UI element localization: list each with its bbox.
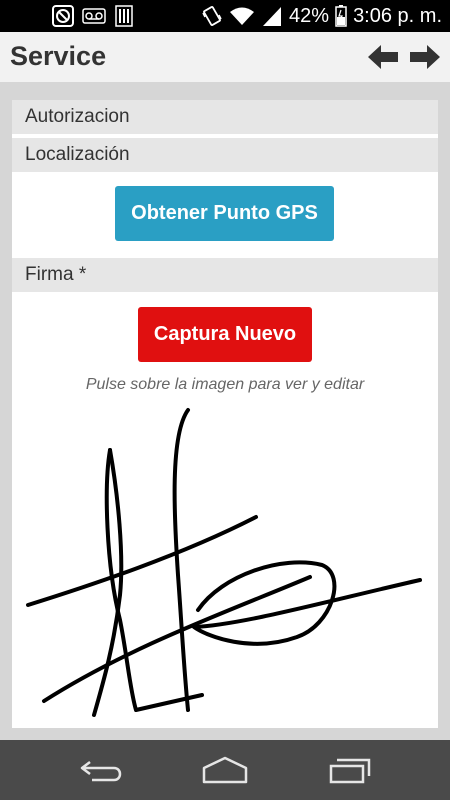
- get-gps-point-button[interactable]: Obtener Punto GPS: [115, 186, 334, 241]
- signature-hint: Pulse sobre la imagen para ver y editar: [85, 376, 365, 393]
- status-bar: 42% 3:06 p. m.: [0, 0, 450, 32]
- navigation-bar: [0, 740, 450, 800]
- forward-arrow-icon[interactable]: [408, 43, 442, 71]
- home-nav-icon[interactable]: [200, 754, 250, 786]
- signature-stroke: [42, 575, 312, 703]
- signature-stroke: [172, 408, 190, 712]
- back-arrow-icon[interactable]: [366, 43, 400, 71]
- clock: 3:06 p. m.: [353, 4, 442, 27]
- section-autorizacion: Autorizacion: [12, 100, 438, 134]
- back-nav-icon[interactable]: [76, 754, 126, 786]
- signature-stroke: [192, 560, 422, 646]
- form-card: Autorizacion Localización Obtener Punto …: [12, 100, 438, 728]
- signal-icon: [263, 7, 282, 26]
- wifi-icon: [230, 7, 255, 25]
- vibrate-icon: [202, 6, 222, 26]
- section-firma: Firma *: [12, 258, 438, 292]
- voicemail-icon: [82, 8, 106, 24]
- battery-icon: [335, 5, 347, 27]
- signature-image[interactable]: [12, 405, 438, 728]
- barcode-icon: [115, 5, 133, 27]
- action-bar: Service: [0, 32, 450, 82]
- capture-new-button[interactable]: Captura Nuevo: [138, 307, 312, 362]
- section-localizacion: Localización: [12, 138, 438, 172]
- battery-percent: 42%: [289, 4, 330, 27]
- page-title: Service: [10, 41, 107, 71]
- blocked-icon: [52, 5, 74, 27]
- signature-stroke: [26, 515, 258, 607]
- recent-apps-icon[interactable]: [325, 754, 375, 786]
